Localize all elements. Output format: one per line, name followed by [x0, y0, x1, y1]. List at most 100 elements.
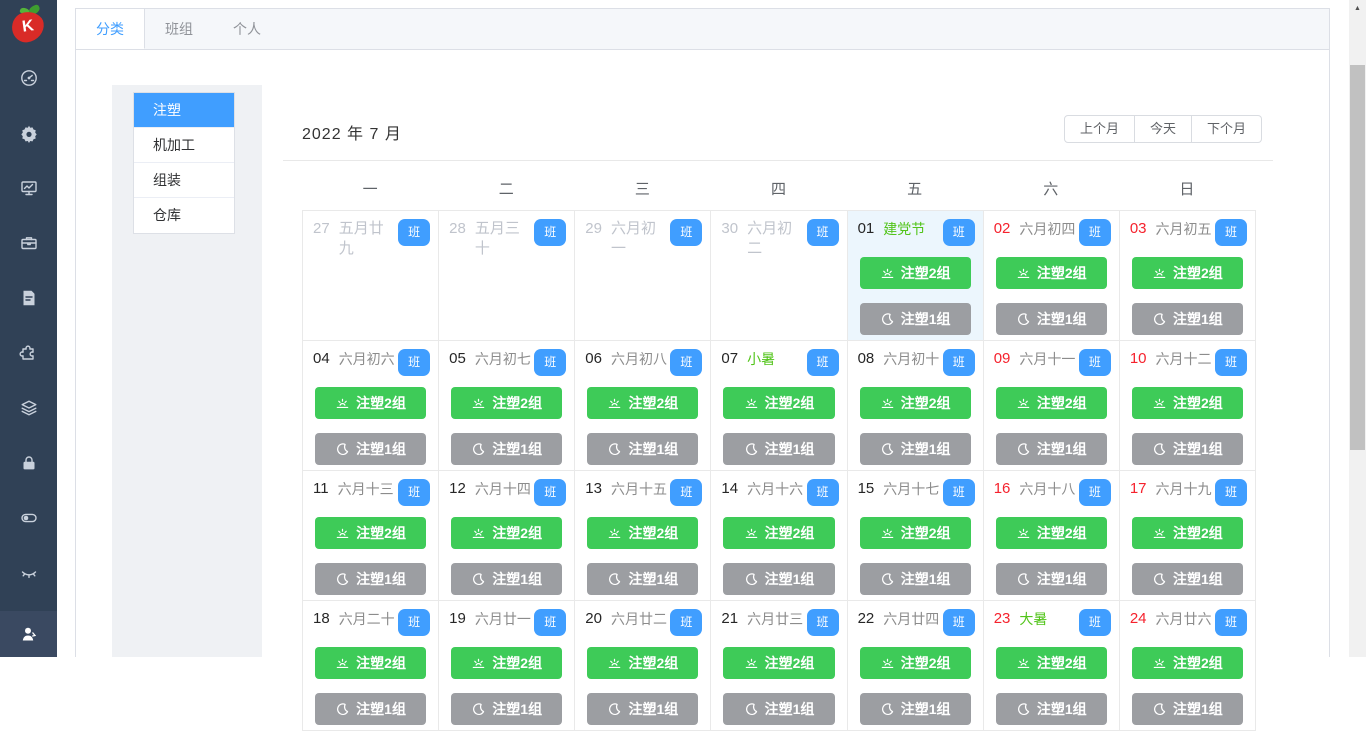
calendar-day-cell[interactable]: 03 六月初五班注塑2组 注塑1组 — [1119, 211, 1256, 341]
night-shift-button[interactable]: 注塑1组 — [859, 433, 971, 465]
shift-badge-button[interactable]: 班 — [1214, 349, 1247, 376]
shift-badge-button[interactable]: 班 — [806, 349, 839, 376]
day-shift-button[interactable]: 注塑2组 — [723, 517, 835, 549]
shift-badge-button[interactable]: 班 — [670, 479, 703, 506]
calendar-day-cell[interactable]: 21 六月廿三班注塑2组 注塑1组 — [711, 601, 848, 731]
calendar-day-cell[interactable]: 04 六月初六班注塑2组 注塑1组 — [303, 341, 440, 471]
calendar-day-cell[interactable]: 08 六月初十班注塑2组 注塑1组 — [847, 341, 984, 471]
shift-badge-button[interactable]: 班 — [806, 219, 839, 246]
shift-badge-button[interactable]: 班 — [398, 349, 431, 376]
calendar-day-cell[interactable]: 27 五月廿九班 — [303, 211, 440, 341]
calendar-day-cell[interactable]: 09 六月十一班注塑2组 注塑1组 — [983, 341, 1120, 471]
night-shift-button[interactable]: 注塑1组 — [859, 693, 971, 725]
category-item-注塑[interactable]: 注塑 — [134, 93, 234, 128]
night-shift-button[interactable]: 注塑1组 — [859, 563, 971, 595]
shift-badge-button[interactable]: 班 — [1078, 609, 1111, 636]
shift-badge-button[interactable]: 班 — [806, 479, 839, 506]
shift-badge-button[interactable]: 班 — [534, 479, 567, 506]
shift-badge-button[interactable]: 班 — [942, 219, 975, 246]
shift-badge-button[interactable]: 班 — [670, 609, 703, 636]
day-shift-button[interactable]: 注塑2组 — [859, 517, 971, 549]
night-shift-button[interactable]: 注塑1组 — [315, 563, 427, 595]
night-shift-button[interactable]: 注塑1组 — [1131, 303, 1243, 335]
shift-badge-button[interactable]: 班 — [398, 479, 431, 506]
day-shift-button[interactable]: 注塑2组 — [451, 387, 563, 419]
day-shift-button[interactable]: 注塑2组 — [995, 517, 1107, 549]
calendar-day-cell[interactable]: 02 六月初四班注塑2组 注塑1组 — [983, 211, 1120, 341]
dashboard-icon[interactable] — [0, 62, 57, 94]
shift-badge-button[interactable]: 班 — [534, 219, 567, 246]
shift-badge-button[interactable]: 班 — [1078, 219, 1111, 246]
scrollbar-thumb[interactable] — [1350, 65, 1365, 450]
night-shift-button[interactable]: 注塑1组 — [995, 433, 1107, 465]
day-shift-button[interactable]: 注塑2组 — [451, 647, 563, 679]
briefcase-icon[interactable] — [0, 227, 57, 259]
day-shift-button[interactable]: 注塑2组 — [995, 647, 1107, 679]
calendar-day-cell[interactable]: 19 六月廿一班注塑2组 注塑1组 — [439, 601, 576, 731]
tab-班组[interactable]: 班组 — [145, 9, 213, 49]
shift-badge-button[interactable]: 班 — [806, 609, 839, 636]
layers-icon[interactable] — [0, 392, 57, 424]
night-shift-button[interactable]: 注塑1组 — [723, 433, 835, 465]
calendar-nav-button[interactable]: 下个月 — [1192, 115, 1263, 143]
night-shift-button[interactable]: 注塑1组 — [1131, 563, 1243, 595]
calendar-day-cell[interactable]: 18 六月二十班注塑2组 注塑1组 — [303, 601, 440, 731]
night-shift-button[interactable]: 注塑1组 — [451, 693, 563, 725]
calendar-day-cell[interactable]: 13 六月十五班注塑2组 注塑1组 — [575, 471, 712, 601]
shift-badge-button[interactable]: 班 — [1078, 479, 1111, 506]
tab-个人[interactable]: 个人 — [213, 9, 281, 49]
day-shift-button[interactable]: 注塑2组 — [587, 647, 699, 679]
day-shift-button[interactable]: 注塑2组 — [1131, 517, 1243, 549]
calendar-day-cell[interactable]: 29 六月初一班 — [575, 211, 712, 341]
calendar-nav-button[interactable]: 今天 — [1135, 115, 1193, 143]
calendar-day-cell[interactable]: 12 六月十四班注塑2组 注塑1组 — [439, 471, 576, 601]
scroll-up-icon[interactable]: ▲ — [1349, 0, 1366, 17]
night-shift-button[interactable]: 注塑1组 — [451, 563, 563, 595]
calendar-day-cell[interactable]: 16 六月十八班注塑2组 注塑1组 — [983, 471, 1120, 601]
calendar-day-cell[interactable]: 15 六月十七班注塑2组 注塑1组 — [847, 471, 984, 601]
shift-badge-button[interactable]: 班 — [1214, 609, 1247, 636]
calendar-day-cell[interactable]: 28 五月三十班 — [439, 211, 576, 341]
shift-badge-button[interactable]: 班 — [670, 219, 703, 246]
night-shift-button[interactable]: 注塑1组 — [723, 693, 835, 725]
calendar-day-cell[interactable]: 01 建党节班注塑2组 注塑1组 — [847, 211, 984, 341]
eye-closed-icon[interactable] — [0, 557, 57, 589]
category-item-机加工[interactable]: 机加工 — [134, 128, 234, 163]
tab-分类[interactable]: 分类 — [76, 9, 145, 49]
gear-icon[interactable] — [0, 117, 57, 149]
sidebar-item-user[interactable] — [0, 611, 57, 657]
night-shift-button[interactable]: 注塑1组 — [587, 693, 699, 725]
day-shift-button[interactable]: 注塑2组 — [315, 387, 427, 419]
calendar-day-cell[interactable]: 07 小暑 班注塑2组 注塑1组 — [711, 341, 848, 471]
day-shift-button[interactable]: 注塑2组 — [723, 387, 835, 419]
category-item-组装[interactable]: 组装 — [134, 163, 234, 198]
night-shift-button[interactable]: 注塑1组 — [995, 563, 1107, 595]
shift-badge-button[interactable]: 班 — [398, 609, 431, 636]
day-shift-button[interactable]: 注塑2组 — [587, 387, 699, 419]
night-shift-button[interactable]: 注塑1组 — [859, 303, 971, 335]
calendar-day-cell[interactable]: 24 六月廿六班注塑2组 注塑1组 — [1119, 601, 1256, 731]
day-shift-button[interactable]: 注塑2组 — [1131, 257, 1243, 289]
day-shift-button[interactable]: 注塑2组 — [1131, 647, 1243, 679]
calendar-nav-button[interactable]: 上个月 — [1064, 115, 1136, 143]
vertical-scrollbar[interactable]: ▲ — [1349, 0, 1366, 657]
calendar-day-cell[interactable]: 23 大暑 班注塑2组 注塑1组 — [983, 601, 1120, 731]
shift-badge-button[interactable]: 班 — [1078, 349, 1111, 376]
toggle-icon[interactable] — [0, 502, 57, 534]
shift-badge-button[interactable]: 班 — [1214, 219, 1247, 246]
night-shift-button[interactable]: 注塑1组 — [587, 433, 699, 465]
night-shift-button[interactable]: 注塑1组 — [995, 693, 1107, 725]
day-shift-button[interactable]: 注塑2组 — [451, 517, 563, 549]
puzzle-icon[interactable] — [0, 337, 57, 369]
day-shift-button[interactable]: 注塑2组 — [859, 647, 971, 679]
calendar-day-cell[interactable]: 06 六月初八班注塑2组 注塑1组 — [575, 341, 712, 471]
night-shift-button[interactable]: 注塑1组 — [995, 303, 1107, 335]
calendar-day-cell[interactable]: 22 六月廿四班注塑2组 注塑1组 — [847, 601, 984, 731]
calendar-day-cell[interactable]: 14 六月十六班注塑2组 注塑1组 — [711, 471, 848, 601]
day-shift-button[interactable]: 注塑2组 — [315, 517, 427, 549]
calendar-day-cell[interactable]: 11 六月十三班注塑2组 注塑1组 — [303, 471, 440, 601]
night-shift-button[interactable]: 注塑1组 — [1131, 433, 1243, 465]
shift-badge-button[interactable]: 班 — [534, 609, 567, 636]
day-shift-button[interactable]: 注塑2组 — [315, 647, 427, 679]
day-shift-button[interactable]: 注塑2组 — [587, 517, 699, 549]
